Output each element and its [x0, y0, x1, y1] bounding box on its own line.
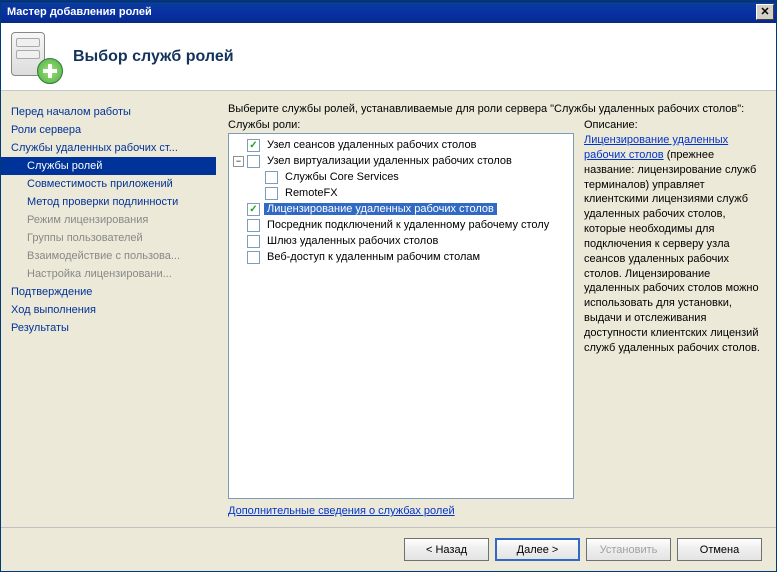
close-button[interactable]: ✕: [756, 4, 774, 20]
tree-item-label: Узел сеансов удаленных рабочих столов: [264, 139, 479, 151]
sidebar-item[interactable]: Метод проверки подлинности: [1, 193, 216, 211]
instruction-text: Выберите службы ролей, устанавливаемые д…: [228, 103, 764, 115]
sidebar-item[interactable]: Совместимость приложений: [1, 175, 216, 193]
checkbox[interactable]: [247, 251, 260, 264]
footer: < Назад Далее > Установить Отмена: [1, 527, 776, 571]
next-button[interactable]: Далее >: [495, 538, 580, 561]
wizard-window: Мастер добавления ролей ✕ Выбор служб ро…: [0, 0, 777, 572]
description-text: Лицензирование удаленных рабочих столов …: [584, 133, 764, 356]
tree-item-label: Узел виртуализации удаленных рабочих сто…: [264, 155, 515, 167]
back-button[interactable]: < Назад: [404, 538, 489, 561]
checkbox[interactable]: ✓: [247, 203, 260, 216]
sidebar-item[interactable]: Режим лицензирования: [1, 211, 216, 229]
tree-item-label: Службы Core Services: [282, 171, 402, 183]
expander-spacer: [233, 236, 244, 247]
sidebar-item[interactable]: Ход выполнения: [1, 301, 216, 319]
more-info-link[interactable]: Дополнительные сведения о службах ролей: [228, 505, 455, 517]
tree-row[interactable]: ✓ Лицензирование удаленных рабочих столов: [229, 201, 573, 217]
sidebar: Перед началом работыРоли сервераСлужбы у…: [1, 91, 216, 527]
roles-panel: Службы роли: ✓ Узел сеансов удаленных раб…: [228, 119, 574, 527]
header: Выбор служб ролей: [1, 23, 776, 91]
roles-tree[interactable]: ✓ Узел сеансов удаленных рабочих столов − У…: [228, 133, 574, 499]
checkbox[interactable]: [265, 187, 278, 200]
main-panel: Выберите службы ролей, устанавливаемые д…: [216, 91, 776, 527]
expander-spacer: [233, 204, 244, 215]
collapse-icon[interactable]: −: [233, 156, 244, 167]
cancel-button[interactable]: Отмена: [677, 538, 762, 561]
description-label: Описание:: [584, 119, 764, 131]
panels: Службы роли: ✓ Узел сеансов удаленных раб…: [228, 119, 764, 527]
tree-item-label: Посредник подключений к удаленному рабоч…: [264, 219, 552, 231]
sidebar-item[interactable]: Подтверждение: [1, 283, 216, 301]
tree-row[interactable]: Посредник подключений к удаленному рабоч…: [229, 217, 573, 233]
expander-spacer: [233, 140, 244, 151]
expander-spacer: [233, 220, 244, 231]
tree-row[interactable]: Веб-доступ к удаленным рабочим столам: [229, 249, 573, 265]
sidebar-item[interactable]: Взаимодействие с пользова...: [1, 247, 216, 265]
sidebar-item[interactable]: Группы пользователей: [1, 229, 216, 247]
tree-row[interactable]: ✓ Узел сеансов удаленных рабочих столов: [229, 137, 573, 153]
checkbox[interactable]: [247, 155, 260, 168]
sidebar-item[interactable]: Службы удаленных рабочих ст...: [1, 139, 216, 157]
sidebar-item[interactable]: Результаты: [1, 319, 216, 337]
body: Перед началом работыРоли сервераСлужбы у…: [1, 91, 776, 527]
install-button[interactable]: Установить: [586, 538, 671, 561]
expander-spacer: [251, 188, 262, 199]
description-panel: Описание: Лицензирование удаленных рабоч…: [584, 119, 764, 527]
tree-item-label: RemoteFX: [282, 187, 341, 199]
description-body: (прежнее название: лицензирование служб …: [584, 149, 760, 354]
tree-row[interactable]: − Узел виртуализации удаленных рабочих ст…: [229, 153, 573, 169]
tree-row[interactable]: Шлюз удаленных рабочих столов: [229, 233, 573, 249]
tree-item-label: Веб-доступ к удаленным рабочим столам: [264, 251, 483, 263]
titlebar: Мастер добавления ролей ✕: [1, 1, 776, 23]
plus-icon: [37, 58, 63, 84]
tree-row[interactable]: RemoteFX: [229, 185, 573, 201]
sidebar-item[interactable]: Службы ролей: [1, 157, 216, 175]
checkbox[interactable]: [265, 171, 278, 184]
checkbox[interactable]: [247, 235, 260, 248]
window-title: Мастер добавления ролей: [7, 6, 152, 18]
wizard-icon: [11, 30, 65, 84]
expander-spacer: [233, 252, 244, 263]
page-title: Выбор служб ролей: [73, 48, 234, 66]
roles-label: Службы роли:: [228, 119, 574, 131]
sidebar-item[interactable]: Роли сервера: [1, 121, 216, 139]
expander-spacer: [251, 172, 262, 183]
sidebar-item[interactable]: Настройка лицензировани...: [1, 265, 216, 283]
checkbox[interactable]: [247, 219, 260, 232]
checkbox[interactable]: ✓: [247, 139, 260, 152]
tree-item-label: Лицензирование удаленных рабочих столов: [264, 203, 497, 215]
tree-item-label: Шлюз удаленных рабочих столов: [264, 235, 441, 247]
sidebar-item[interactable]: Перед началом работы: [1, 103, 216, 121]
tree-row[interactable]: Службы Core Services: [229, 169, 573, 185]
